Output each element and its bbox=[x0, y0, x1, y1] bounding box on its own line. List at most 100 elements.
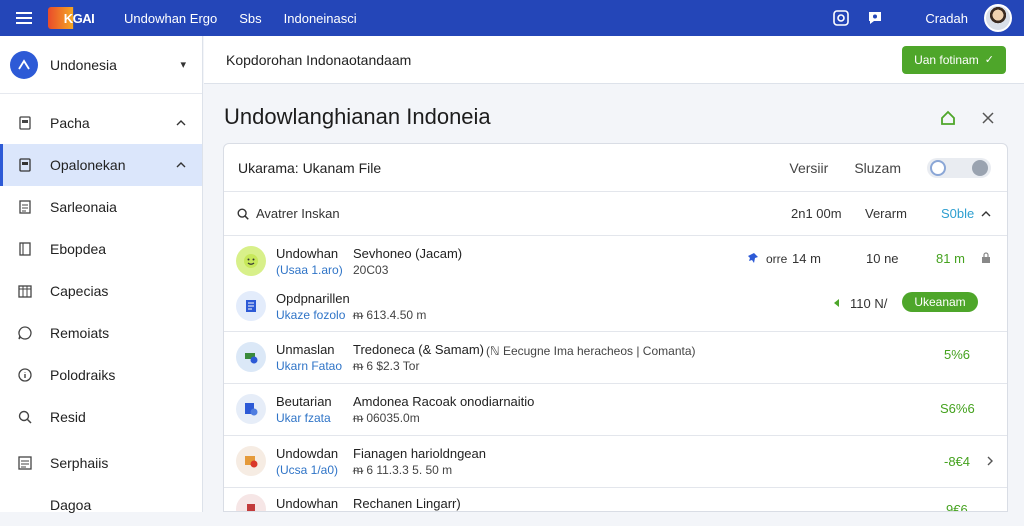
filter-version[interactable]: Verarm bbox=[865, 206, 941, 221]
search-icon bbox=[237, 207, 249, 220]
camera-icon[interactable] bbox=[831, 8, 851, 28]
status-link[interactable]: Sluzam bbox=[854, 160, 901, 176]
sidebar-item-label: Pacha bbox=[50, 115, 90, 131]
row-val-1: orre bbox=[766, 252, 788, 266]
book-icon bbox=[16, 240, 34, 258]
check-icon: ✓ bbox=[984, 54, 994, 66]
search-icon bbox=[16, 408, 34, 426]
breadcrumb: Kopdorohan Indonaotandaam bbox=[226, 51, 412, 68]
top-nav-link-3[interactable]: Indoneinasci bbox=[284, 11, 357, 26]
filter-row: Avatrer Inskan 2n1 00m Verarm S0ble bbox=[224, 192, 1007, 236]
row-subname: Ukaze fozolo bbox=[276, 308, 346, 322]
chevron-down-icon: ▾ bbox=[180, 59, 186, 71]
row-desc: Rechanen Lingarr) bbox=[353, 496, 461, 511]
row-name: Opdpnarillen bbox=[276, 291, 350, 306]
sidebar-item-pacha[interactable]: Pacha bbox=[0, 102, 202, 144]
card-title: Ukarama: Ukanam File bbox=[238, 159, 382, 176]
home-icon[interactable] bbox=[938, 108, 958, 128]
stack-icon bbox=[236, 342, 266, 372]
primary-action-button[interactable]: Uan fotinam ✓ bbox=[902, 45, 1006, 74]
top-nav: Undowhan Ergo Sbs Indoneinasci bbox=[124, 11, 379, 26]
row-subname: (Ucsa 1/a0) bbox=[276, 463, 339, 477]
sidebar-item-label: Resid bbox=[50, 409, 86, 425]
table-row[interactable]: Undowhan (Usaa 1.aro) Sevhoneo (Jacam) 2… bbox=[224, 236, 1007, 332]
chat-bubble-icon[interactable] bbox=[865, 8, 885, 28]
title-actions bbox=[918, 108, 998, 128]
sidebar-item-capecias[interactable]: Capecias bbox=[0, 270, 202, 312]
menu-icon[interactable] bbox=[0, 0, 48, 36]
row-meta: ᵯ 6 $2.3 Tor bbox=[353, 359, 420, 373]
view-toggle[interactable] bbox=[927, 157, 991, 178]
table-row[interactable]: Undowdan (Ucsa 1/a0) Fianagen harioldnge… bbox=[224, 436, 1007, 488]
sidebar-item-remoiats[interactable]: Remoiats bbox=[0, 312, 202, 354]
row-meta: 20C03 bbox=[353, 263, 389, 277]
row-subname: Ukar fzata bbox=[276, 411, 331, 425]
search-placeholder: Avatrer Inskan bbox=[256, 206, 340, 221]
sidebar-item-dagoa[interactable]: Dagoa bbox=[0, 484, 202, 526]
sidebar-item-sarleonaia[interactable]: Sarleonaia bbox=[0, 186, 202, 228]
sidebar-item-ebopdea[interactable]: Ebopdea bbox=[0, 228, 202, 270]
row-percent: S6%6 bbox=[940, 401, 975, 416]
chevron-up-icon bbox=[176, 162, 186, 168]
row-meta: ᵯ 613.4.50 m bbox=[353, 308, 427, 322]
row-desc: Fianagen harioldngean bbox=[353, 446, 486, 461]
avatar[interactable] bbox=[984, 4, 1012, 32]
doc-icon bbox=[236, 394, 266, 424]
sidebar-item-label: Polodraiks bbox=[50, 367, 116, 383]
row-desc: Sevhoneo (Jacam) bbox=[353, 246, 463, 261]
chevron-up-icon[interactable] bbox=[979, 209, 993, 219]
chat-icon bbox=[16, 324, 34, 342]
file-icon bbox=[236, 291, 266, 321]
row-action-button[interactable]: Ukeanam bbox=[902, 292, 978, 312]
row-val-4: 81 m bbox=[936, 251, 965, 266]
top-nav-link-1[interactable]: Undowhan Ergo bbox=[124, 11, 217, 26]
chevron-up-icon bbox=[176, 120, 186, 126]
sidebar-item-label: Capecias bbox=[50, 283, 109, 299]
primary-action-label: Uan fotinam bbox=[914, 52, 979, 67]
app-logo[interactable]: KGAI bbox=[48, 7, 110, 29]
row-note: (ℕ Eecugne Ima heracheos | Comanta) bbox=[486, 344, 696, 358]
row-percent: 5%6 bbox=[944, 347, 971, 362]
version-link[interactable]: Versiir bbox=[789, 160, 828, 176]
pin-icon bbox=[748, 252, 760, 264]
row-name: Undowhan bbox=[276, 246, 339, 261]
sidebar-item-label: Opalonekan bbox=[50, 157, 126, 173]
row-name: Undowdan bbox=[276, 446, 339, 461]
top-right-area: Cradah bbox=[831, 0, 1012, 36]
search-input[interactable]: Avatrer Inskan bbox=[236, 206, 791, 221]
org-logo-icon bbox=[10, 50, 38, 79]
sidebar-item-label: Serphaiis bbox=[50, 455, 109, 471]
sidebar-item-resid[interactable]: Resid bbox=[0, 396, 202, 438]
filter-state[interactable]: S0ble bbox=[941, 206, 979, 221]
lock-icon[interactable] bbox=[980, 252, 992, 264]
document-icon bbox=[16, 198, 34, 216]
filter-size[interactable]: 2n1 00m bbox=[791, 206, 865, 221]
chevron-right-icon[interactable] bbox=[984, 455, 996, 467]
close-icon[interactable] bbox=[978, 108, 998, 128]
table-row[interactable]: Undowhan Rechanen Lingarr) 9€6 bbox=[224, 488, 1007, 511]
sidebar-item-polodraiks[interactable]: Polodraiks bbox=[0, 354, 202, 396]
user-name[interactable]: Cradah bbox=[925, 11, 968, 26]
main-header: Kopdorohan Indonaotandaam Uan fotinam ✓ bbox=[204, 36, 1024, 84]
tablet-icon bbox=[16, 114, 34, 132]
info-icon bbox=[16, 366, 34, 384]
sidebar-org-switcher[interactable]: Undonesia ▾ bbox=[0, 36, 202, 94]
top-nav-link-2[interactable]: Sbs bbox=[239, 11, 261, 26]
row-meta: ᵯ 06035.0m bbox=[353, 411, 420, 425]
row-name: Undowhan bbox=[276, 496, 339, 511]
arrow-left-icon bbox=[832, 297, 844, 309]
table-row[interactable]: Beutarian Ukar fzata Amdonea Racoak onod… bbox=[224, 384, 1007, 436]
table-row[interactable]: Unmaslan Ukarn Fatao Tredoneca (& Samam)… bbox=[224, 332, 1007, 384]
file-red-icon bbox=[236, 494, 266, 511]
sidebar-item-serphaiis[interactable]: Serphaiis bbox=[0, 442, 202, 484]
sidebar-item-opalonekan[interactable]: Opalonekan bbox=[0, 144, 202, 186]
page-title: Undowlanghianan Indoneia bbox=[224, 104, 491, 129]
row-subname: Ukarn Fatao bbox=[276, 359, 343, 373]
sidebar-item-label: Ebopdea bbox=[50, 241, 107, 257]
row-meta: ᵯ 6 11.3.3 5. 50 m bbox=[353, 463, 453, 477]
sidebar-item-label: Remoiats bbox=[50, 325, 110, 341]
list-icon bbox=[16, 454, 34, 472]
calendar-icon bbox=[16, 282, 34, 300]
image-icon bbox=[236, 446, 266, 476]
row-desc: Amdonea Racoak onodiarnaitio bbox=[353, 394, 535, 409]
